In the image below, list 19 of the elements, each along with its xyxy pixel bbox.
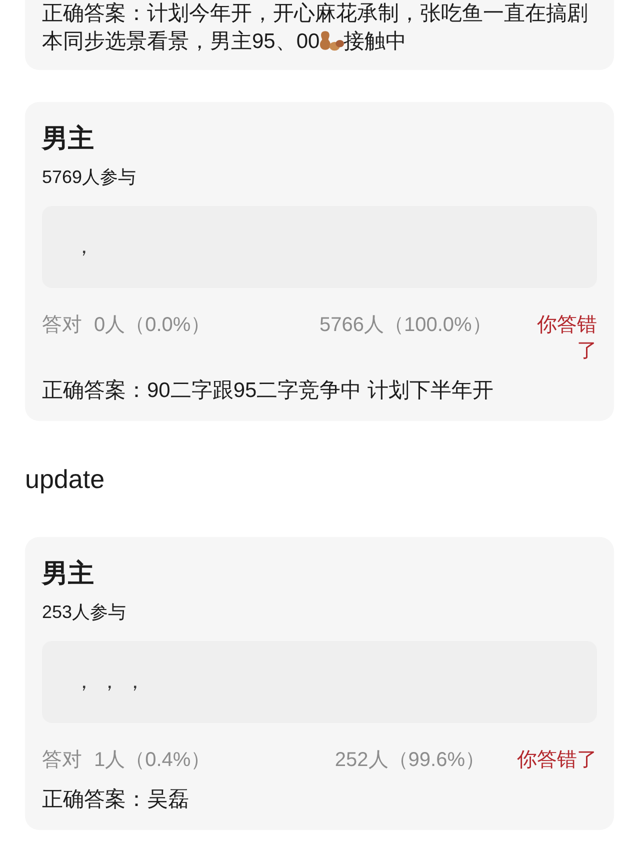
wrong-count: 252人（99.6%）: [334, 748, 485, 773]
wrong-count: 5766人（100.0%）: [320, 313, 492, 338]
section-heading: update: [25, 463, 106, 496]
correct-count: 0人（0.0%）: [94, 313, 211, 338]
option-panel: ， ， ，: [42, 641, 597, 723]
participant-count: 5769人参与: [42, 166, 138, 189]
question-title: 男主: [42, 557, 95, 590]
correct-count: 1人（0.4%）: [94, 748, 211, 773]
option-panel: ，: [42, 206, 597, 288]
peanut-icon: [320, 31, 344, 51]
correct-label: 答对: [42, 313, 82, 338]
answer-text: 正确答案：计划今年开，开心麻花承制，张吃鱼一直在搞剧本同步选景看景，男主95、00 接触中: [42, 1, 589, 55]
correct-label: 答对: [42, 748, 82, 773]
question-title: 男主: [42, 122, 95, 155]
answer-text: 正确答案：90二字跟95二字竞争中 计划下半年开: [42, 378, 495, 404]
participant-count: 253人参与: [42, 601, 128, 624]
result-text: 你答错了: [517, 748, 597, 773]
result-text: 你答错了: [536, 313, 597, 364]
answer-text: 正确答案：吴磊: [42, 787, 190, 813]
